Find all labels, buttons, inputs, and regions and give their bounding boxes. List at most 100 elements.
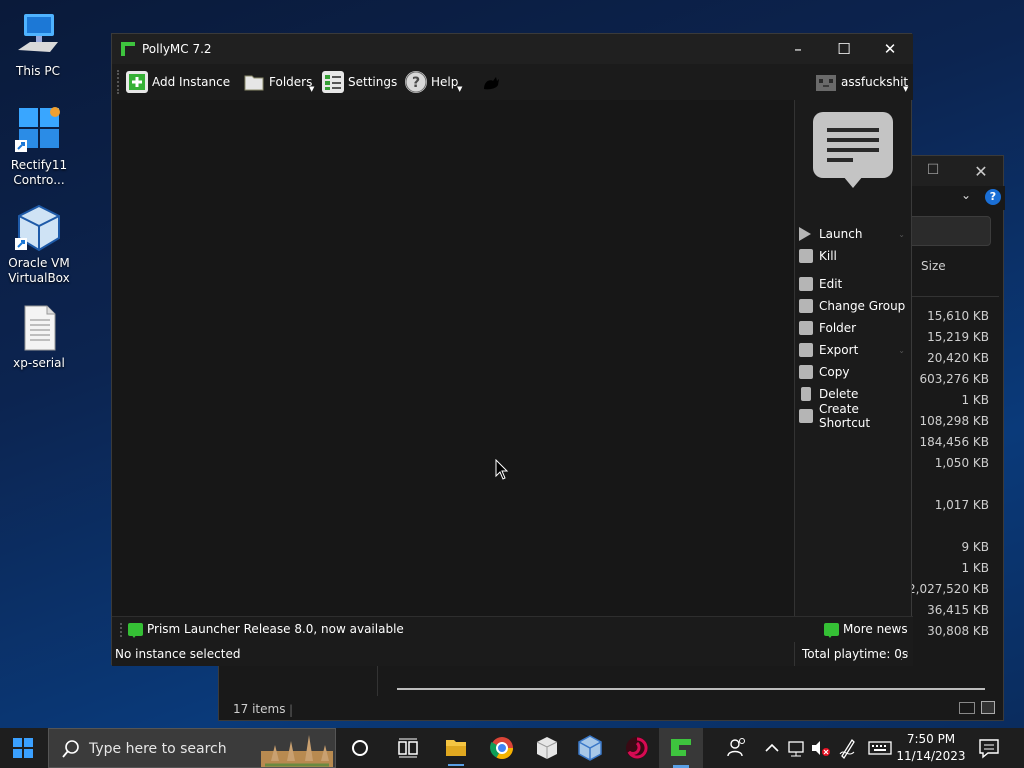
keyboard-icon xyxy=(868,741,892,755)
taskbar-debian[interactable] xyxy=(615,728,659,768)
create-shortcut-label: Create Shortcut xyxy=(819,402,871,430)
folder-icon xyxy=(799,321,813,335)
add-icon xyxy=(126,71,148,93)
launch-button[interactable]: Launch ⌄ xyxy=(799,223,911,245)
resize-grip-icon[interactable]: ⋰ xyxy=(900,652,909,662)
clock[interactable]: 7:50 PM 11/14/2023 xyxy=(896,728,966,768)
account-label: assfuckshit xyxy=(841,75,909,89)
export-label: Export xyxy=(819,343,859,357)
search-placeholder: Type here to search xyxy=(89,741,227,757)
news-icon xyxy=(824,623,839,638)
create-shortcut-button[interactable]: Create Shortcut xyxy=(799,402,911,430)
virtualbox-icon xyxy=(15,204,63,252)
folder-button[interactable]: Folder xyxy=(799,317,911,339)
header-divider xyxy=(909,296,999,297)
chevron-down-icon[interactable]: ⌄ xyxy=(961,188,971,202)
tiles-view-icon[interactable] xyxy=(981,701,995,714)
window-title: PollyMC 7.2 xyxy=(142,42,212,56)
edit-button[interactable]: Edit xyxy=(799,273,911,295)
taskbar-file-explorer[interactable] xyxy=(434,728,478,768)
taskbar-search-box[interactable]: Type here to search xyxy=(48,728,336,768)
dropdown-arrow-icon: ▼ xyxy=(309,85,315,93)
change-group-button[interactable]: Change Group xyxy=(799,295,911,317)
folders-button[interactable]: Folders ▼ xyxy=(243,70,315,94)
taskbar: Type here to search 7:50 PM 11/14/2023 xyxy=(0,728,1024,768)
news-bubble-icon xyxy=(813,112,893,188)
help-icon[interactable]: ? xyxy=(985,189,1001,205)
news-item[interactable]: Prism Launcher Release 8.0, now availabl… xyxy=(128,622,404,638)
dropdown-arrow-icon: ▼ xyxy=(903,85,909,93)
chevron-down-icon: ⌄ xyxy=(898,345,905,355)
dropdown-arrow-icon: ▼ xyxy=(457,85,463,93)
edit-label: Edit xyxy=(819,277,843,291)
desktop-icon-this-pc[interactable]: This PC xyxy=(0,12,78,79)
add-instance-label: Add Instance xyxy=(152,75,231,89)
help-button[interactable]: ? Help ▼ xyxy=(405,70,462,94)
touch-keyboard-button[interactable] xyxy=(866,728,894,768)
export-icon xyxy=(799,343,813,357)
network-button[interactable] xyxy=(785,728,809,768)
instance-list[interactable] xyxy=(112,100,794,616)
toolbar-grip[interactable] xyxy=(120,623,123,637)
notification-icon xyxy=(979,739,999,759)
show-hidden-icons-button[interactable] xyxy=(761,728,783,768)
start-button[interactable] xyxy=(13,738,33,758)
cube-icon xyxy=(536,737,558,759)
close-button[interactable]: ✕ xyxy=(867,34,913,64)
control-panel-icon xyxy=(15,106,63,154)
maximize-icon[interactable]: ☐ xyxy=(923,162,943,180)
cortana-button[interactable] xyxy=(338,728,382,768)
status-text: No instance selected xyxy=(115,647,241,661)
horizontal-scrollbar[interactable] xyxy=(397,688,985,690)
pen-icon xyxy=(839,738,855,760)
desktop-icon-rectify11[interactable]: Rectify11 Contro... xyxy=(0,106,79,188)
people-icon xyxy=(727,738,745,757)
taskbar-virtualbox-manager[interactable] xyxy=(525,728,569,768)
news-icon xyxy=(128,623,143,638)
notifications-button[interactable] xyxy=(974,728,1004,768)
close-icon[interactable]: ✕ xyxy=(971,162,991,181)
more-news-button[interactable]: More news xyxy=(824,622,908,638)
cat-button[interactable] xyxy=(480,70,506,94)
maximize-button[interactable]: ☐ xyxy=(821,34,867,64)
copy-button[interactable]: Copy xyxy=(799,361,911,383)
clock-time: 7:50 PM xyxy=(906,732,956,746)
text-file-icon xyxy=(15,304,63,352)
export-button[interactable]: Export ⌄ xyxy=(799,339,911,361)
window-titlebar[interactable]: PollyMC 7.2 – ☐ ✕ xyxy=(112,34,913,64)
tag-icon xyxy=(799,299,813,313)
computer-icon xyxy=(14,12,62,60)
pen-workspace-button[interactable] xyxy=(836,728,860,768)
folder-icon xyxy=(243,71,265,93)
people-button[interactable] xyxy=(722,728,752,768)
taskbar-pollymc[interactable] xyxy=(659,728,703,768)
more-news-label: More news xyxy=(843,622,908,636)
playtime-text: Total playtime: 0s xyxy=(802,647,909,661)
pollymc-logo-icon xyxy=(121,42,135,56)
minimize-button[interactable]: – xyxy=(775,34,821,64)
news-text: Prism Launcher Release 8.0, now availabl… xyxy=(147,622,404,636)
pollymc-icon xyxy=(671,739,691,768)
mouse-cursor-icon xyxy=(495,459,509,480)
chrome-icon xyxy=(490,737,513,759)
taskbar-chrome[interactable] xyxy=(480,728,524,768)
desktop-icon-virtualbox[interactable]: Oracle VM VirtualBox xyxy=(0,204,79,286)
task-view-button[interactable] xyxy=(386,728,430,768)
kill-button[interactable]: Kill xyxy=(799,245,911,267)
toolbar-grip[interactable] xyxy=(117,70,120,94)
taskbar-virtualbox[interactable] xyxy=(568,728,612,768)
details-view-icon[interactable] xyxy=(959,702,975,714)
volume-muted-icon xyxy=(812,741,830,756)
desktop-icon-xp-serial[interactable]: xp-serial xyxy=(0,304,79,371)
folder-label: Folder xyxy=(819,321,857,335)
add-instance-button[interactable]: Add Instance xyxy=(126,70,230,94)
account-button[interactable]: assfuckshit ▼ xyxy=(815,70,908,94)
volume-button[interactable] xyxy=(808,728,832,768)
settings-button[interactable]: Settings xyxy=(322,70,397,94)
news-bar: Prism Launcher Release 8.0, now availabl… xyxy=(112,616,913,642)
pollymc-window[interactable]: PollyMC 7.2 – ☐ ✕ Add Instance Folders ▼… xyxy=(111,33,913,666)
svg-text:?: ? xyxy=(412,75,420,91)
main-toolbar: Add Instance Folders ▼ Settings ? Help ▼ xyxy=(112,64,913,100)
column-header-size[interactable]: Size xyxy=(921,259,946,273)
desktop-icon-label: Rectify11 Contro... xyxy=(10,158,68,187)
